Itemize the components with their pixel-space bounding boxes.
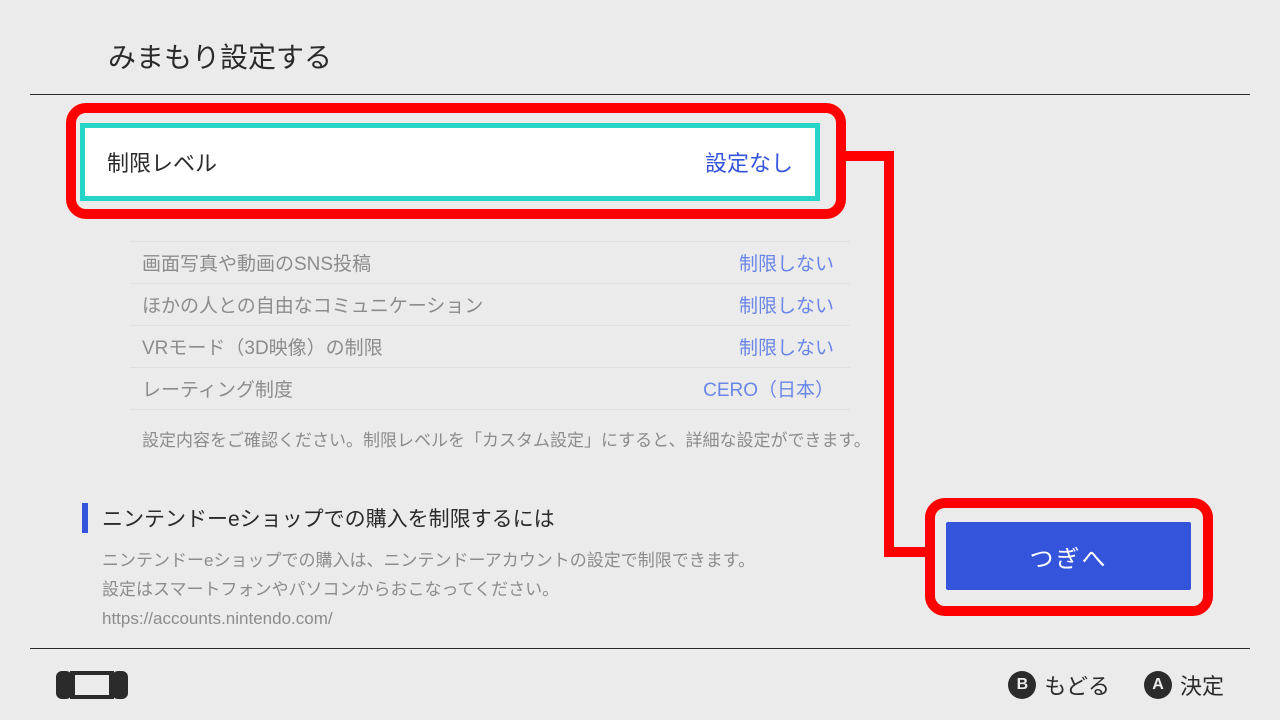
content-area: 制限レベル 設定なし 画面写真や動画のSNS投稿 制限しない ほかの人との自由な…	[0, 95, 1280, 634]
eshop-url: https://accounts.nintendo.com/	[102, 605, 862, 634]
sublist-value: 制限しない	[739, 291, 834, 318]
footer: B もどる A 決定	[30, 648, 1250, 720]
restriction-level-label: 制限レベル	[107, 146, 217, 178]
sublist-value: 制限しない	[739, 333, 834, 360]
eshop-line: ニンテンドーeショップでの購入は、ニンテンドーアカウントの設定で制限できます。	[102, 547, 862, 576]
b-button-icon: B	[1008, 671, 1036, 699]
sublist-row: ほかの人との自由なコミュニケーション 制限しない	[130, 284, 850, 326]
back-action[interactable]: B もどる	[1008, 669, 1110, 701]
sublist-label: 画面写真や動画のSNS投稿	[142, 249, 371, 276]
a-button-icon: A	[1144, 671, 1172, 699]
eshop-section: ニンテンドーeショップでの購入を制限するには ニンテンドーeショップでの購入は、…	[82, 503, 862, 634]
sublist-label: ほかの人との自由なコミュニケーション	[142, 291, 483, 318]
settings-note: 設定内容をご確認ください。制限レベルを「カスタム設定」にすると、詳細な設定ができ…	[142, 426, 1250, 451]
header: みまもり設定する	[30, 0, 1250, 95]
console-icon	[56, 669, 128, 701]
highlight-connector	[884, 151, 894, 557]
confirm-action[interactable]: A 決定	[1144, 669, 1224, 701]
sublist-row: VRモード（3D映像）の制限 制限しない	[130, 326, 850, 368]
sublist-row: レーティング制度 CERO（日本）	[130, 368, 850, 410]
restriction-sublist: 画面写真や動画のSNS投稿 制限しない ほかの人との自由なコミュニケーション 制…	[130, 241, 850, 410]
eshop-title: ニンテンドーeショップでの購入を制限するには	[82, 503, 862, 533]
confirm-label: 決定	[1180, 669, 1224, 701]
highlight-connector	[884, 547, 934, 557]
sublist-row: 画面写真や動画のSNS投稿 制限しない	[130, 241, 850, 284]
sublist-value: CERO（日本）	[703, 375, 834, 402]
restriction-level-value: 設定なし	[705, 146, 793, 178]
footer-actions: B もどる A 決定	[1008, 669, 1224, 701]
eshop-body: ニンテンドーeショップでの購入は、ニンテンドーアカウントの設定で制限できます。 …	[82, 547, 862, 634]
back-label: もどる	[1044, 669, 1110, 701]
next-button-label: つぎへ	[1030, 539, 1108, 574]
sublist-label: レーティング制度	[142, 375, 293, 402]
page-title: みまもり設定する	[108, 36, 1250, 76]
sublist-label: VRモード（3D映像）の制限	[142, 333, 383, 360]
eshop-line: 設定はスマートフォンやパソコンからおこなってください。	[102, 576, 862, 605]
restriction-level-row[interactable]: 制限レベル 設定なし	[80, 123, 820, 201]
next-button[interactable]: つぎへ	[946, 522, 1191, 590]
sublist-value: 制限しない	[739, 249, 834, 276]
